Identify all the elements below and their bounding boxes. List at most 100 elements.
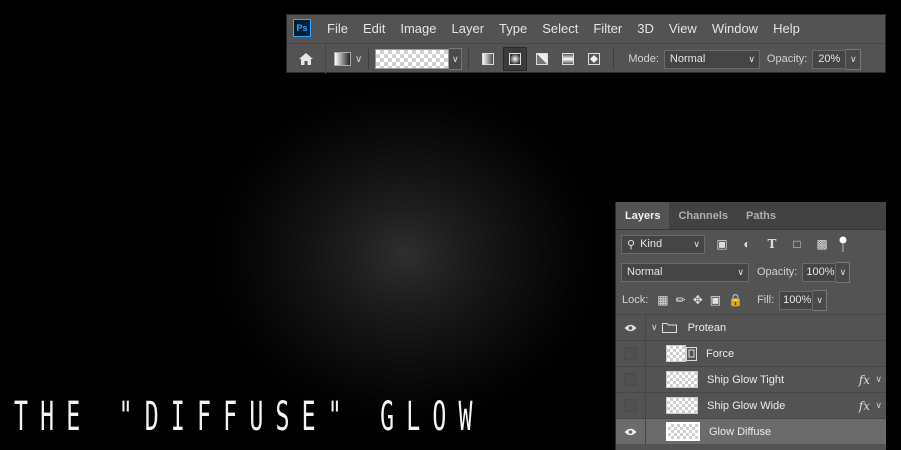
mode-value: Normal [669, 53, 706, 65]
chevron-down-icon: ∨ [737, 266, 744, 277]
lock-pixels-icon[interactable]: ✏ [676, 293, 686, 307]
eye-icon [624, 324, 637, 331]
fx-icon[interactable]: fx [859, 373, 870, 387]
visibility-toggle[interactable] [616, 315, 646, 340]
filter-toggle-icon[interactable] [835, 236, 851, 252]
menu-edit[interactable]: Edit [363, 21, 385, 36]
tab-paths[interactable]: Paths [737, 202, 785, 229]
reflected-gradient-icon [562, 53, 575, 65]
layer-opacity-dropdown[interactable]: ∨ [836, 261, 851, 283]
image-filter-icon[interactable]: ▣ [714, 236, 730, 252]
menu-filter[interactable]: Filter [593, 21, 622, 36]
fill-value: 100% [783, 294, 812, 306]
hidden-visibility-icon [624, 399, 637, 412]
photoshop-window: Ps File Edit Image Layer Type Select Fil… [286, 14, 886, 74]
gradient-editor-preview[interactable] [375, 49, 450, 69]
blend-mode-value: Normal [627, 266, 663, 278]
chevron-down-icon[interactable]: ∨ [875, 374, 882, 385]
layer-name: Ship Glow Wide [707, 399, 786, 412]
reflected-gradient-button[interactable] [557, 48, 579, 70]
type-filter-icon[interactable]: T [764, 236, 780, 252]
chevron-down-icon: ∨ [693, 238, 700, 249]
layer-row-ship-glow-wide[interactable]: Ship Glow Wide fx ∨ [616, 392, 886, 418]
menu-window[interactable]: Window [712, 21, 758, 36]
opacity-value: 20% [818, 53, 841, 65]
layer-thumbnail [666, 345, 686, 362]
hidden-visibility-icon [624, 373, 637, 386]
angle-gradient-icon [536, 53, 549, 65]
layers-panel-tabs: Layers Channels Paths [616, 202, 886, 230]
layer-opacity-input[interactable]: 100% [802, 262, 837, 282]
opacity-input[interactable]: 20% [812, 49, 847, 69]
radial-gradient-icon [509, 53, 522, 65]
lock-transparency-icon[interactable]: ▦ [657, 293, 668, 307]
visibility-toggle[interactable] [616, 393, 646, 418]
search-icon: ⚲ [627, 238, 636, 251]
opacity-label: Opacity: [766, 53, 808, 65]
photoshop-logo-icon: Ps [293, 19, 311, 37]
shape-filter-icon[interactable]: □ [789, 236, 805, 252]
tab-layers[interactable]: Layers [616, 202, 670, 229]
diamond-gradient-icon [588, 53, 601, 65]
layer-row-protean[interactable]: ∨ Protean [616, 314, 886, 340]
fill-input[interactable]: 100% [779, 290, 814, 310]
menu-3d[interactable]: 3D [637, 21, 654, 36]
layer-thumbnail [666, 422, 700, 441]
options-bar: ∨ ∨ Mode: Normal ∨ Opacity: 20% ∨ [287, 43, 885, 74]
visibility-toggle[interactable] [616, 341, 646, 366]
linear-gradient-button[interactable] [477, 48, 499, 70]
layer-name: Force [706, 347, 735, 360]
opacity-dropdown[interactable]: ∨ [846, 48, 862, 70]
menu-select[interactable]: Select [542, 21, 578, 36]
layer-filter-row: ⚲ Kind ∨ ▣ ◐ T □ ▩ [616, 230, 886, 258]
mode-select[interactable]: Normal ∨ [663, 49, 760, 69]
filter-kind-value: Kind [640, 238, 663, 250]
tab-channels[interactable]: Channels [669, 202, 737, 229]
filter-kind-select[interactable]: ⚲ Kind ∨ [621, 234, 705, 254]
home-icon [299, 53, 313, 65]
layer-row-force[interactable]: Force [616, 340, 886, 366]
menu-type[interactable]: Type [499, 21, 527, 36]
gradient-picker-dropdown[interactable]: ∨ [449, 48, 463, 70]
chevron-down-icon[interactable]: ∨ [875, 400, 882, 411]
chevron-down-icon[interactable]: ∨ [651, 322, 658, 333]
smart-object-icon [686, 346, 697, 361]
linear-gradient-icon [482, 53, 495, 65]
angle-gradient-button[interactable] [531, 48, 553, 70]
lock-artboard-icon[interactable]: ▣ [710, 293, 721, 307]
chevron-down-icon[interactable]: ∨ [355, 54, 362, 65]
visibility-toggle[interactable] [616, 367, 646, 392]
layer-name: Ship Glow Tight [707, 373, 785, 386]
lock-all-icon[interactable]: 🔒 [728, 293, 743, 307]
lock-position-icon[interactable]: ✥ [693, 293, 703, 307]
layer-row-ship-glow-tight[interactable]: Ship Glow Tight fx ∨ [616, 366, 886, 392]
blend-row: Normal ∨ Opacity: 100% ∨ [616, 258, 886, 286]
menu-bar: Ps File Edit Image Layer Type Select Fil… [287, 15, 885, 41]
visibility-toggle[interactable] [616, 419, 646, 444]
menu-image[interactable]: Image [400, 21, 436, 36]
gradient-tool-preset-icon[interactable] [334, 52, 351, 66]
fill-dropdown[interactable]: ∨ [813, 289, 828, 311]
mode-label: Mode: [628, 53, 659, 65]
divider [468, 48, 470, 70]
lock-label: Lock: [622, 294, 649, 306]
divider [613, 48, 615, 70]
layer-row-glow-diffuse[interactable]: Glow Diffuse [616, 418, 886, 444]
menu-layer[interactable]: Layer [452, 21, 485, 36]
menu-file[interactable]: File [327, 21, 348, 36]
adjustment-filter-icon[interactable]: ◐ [739, 236, 755, 252]
canvas-title-text: THE "DIFFUSE" GLOW [14, 394, 485, 440]
diamond-gradient-button[interactable] [583, 48, 605, 70]
layer-thumbnail [666, 371, 698, 388]
eye-icon [624, 428, 637, 435]
menu-view[interactable]: View [669, 21, 697, 36]
blend-mode-select[interactable]: Normal ∨ [621, 262, 749, 282]
fx-icon[interactable]: fx [859, 399, 870, 413]
layer-opacity-label: Opacity: [757, 266, 798, 278]
fill-label: Fill: [757, 294, 775, 306]
menu-help[interactable]: Help [773, 21, 800, 36]
layer-thumbnail [666, 397, 698, 414]
smart-object-filter-icon[interactable]: ▩ [814, 236, 830, 252]
home-button[interactable] [287, 44, 326, 74]
radial-gradient-button[interactable] [503, 47, 528, 71]
